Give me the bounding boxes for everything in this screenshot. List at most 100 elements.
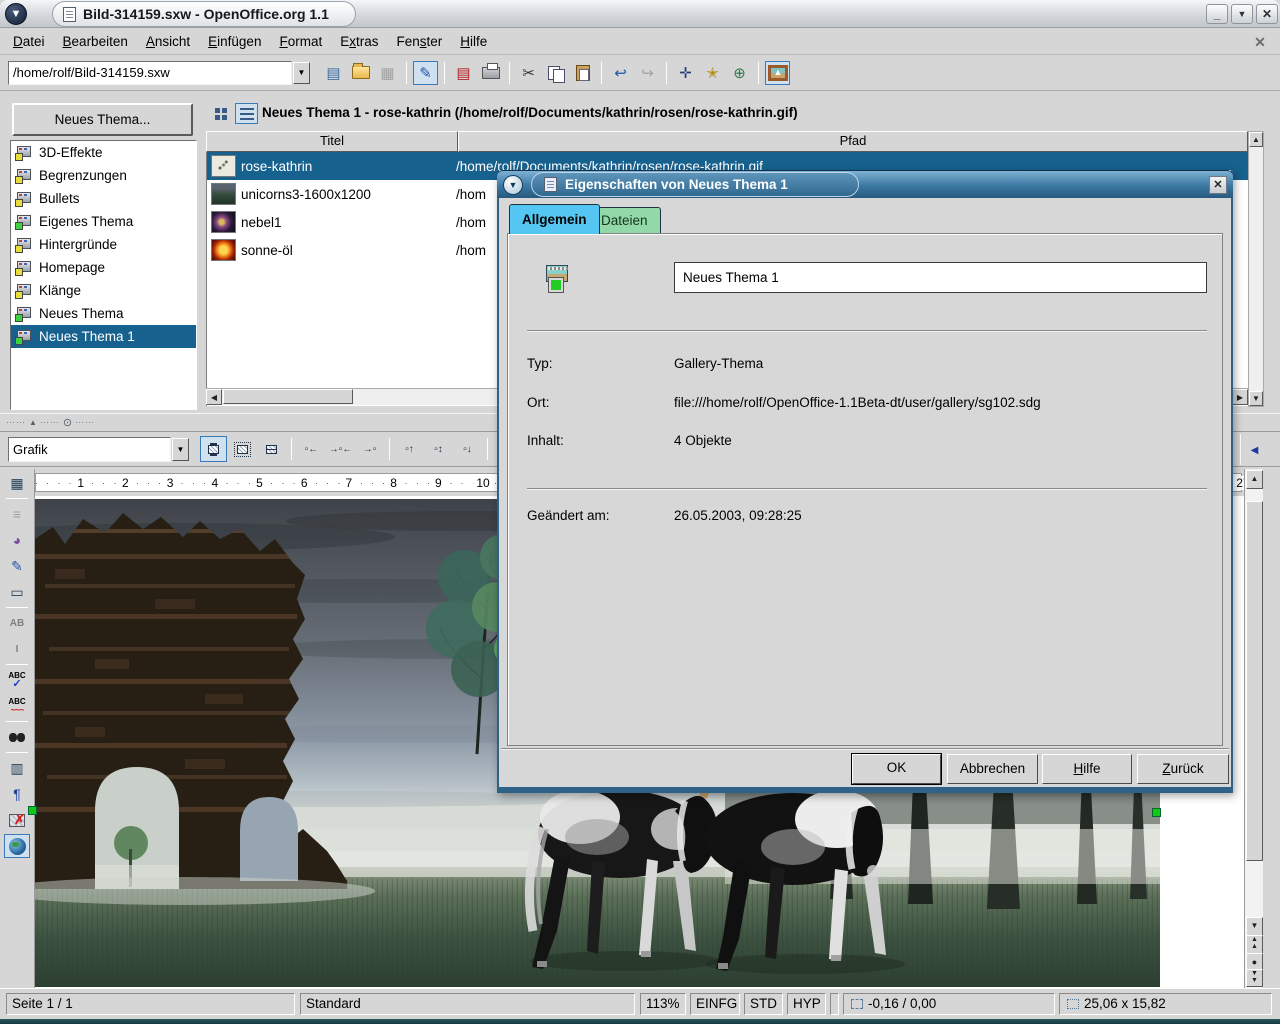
hilfe-button[interactable]: Hilfe [1042,754,1132,784]
new-document-icon[interactable]: ▤ [321,61,346,85]
theme-item-bullets[interactable]: Bullets [11,187,196,210]
menu-hilfe[interactable]: Hilfe [451,31,496,52]
style-input[interactable] [8,437,171,462]
align-bottom-icon[interactable]: ▫↓ [454,436,481,462]
align-center-h-icon[interactable]: →▫← [327,436,354,462]
splitter-collapse-icon[interactable]: ▲ [29,418,37,427]
hyperlink-icon[interactable]: ⊕ [727,61,752,85]
previous-page-icon[interactable]: ▲▲ [1246,935,1263,954]
gallery-hscrollbar-thumb[interactable] [223,389,353,404]
theme-item-homepage[interactable]: Homepage [11,256,196,279]
theme-item-neues-thema[interactable]: Neues Thema [11,302,196,325]
ok-button[interactable]: OK [852,754,941,784]
open-icon[interactable] [348,61,373,85]
dialog-titlebar[interactable]: ▼ Eigenschaften von Neues Thema 1 ✕ [497,170,1233,198]
insert-fields-icon[interactable]: ≡ [4,502,30,526]
theme-item-eigenes-thema[interactable]: Eigenes Thema [11,210,196,233]
theme-item-hintergründe[interactable]: Hintergründe [11,233,196,256]
toolbar-more-icon[interactable]: ◀ [1246,437,1263,463]
document-close-icon[interactable]: ✕ [1250,32,1270,52]
scroll-up-icon[interactable]: ▲ [1249,132,1263,147]
auto-spellcheck-icon[interactable]: ABC~~~ [4,694,30,718]
next-page-icon[interactable]: ▼▼ [1246,969,1263,987]
cut-icon[interactable]: ✂ [516,61,541,85]
status-page-style[interactable]: Standard [300,993,635,1015]
find-replace-icon[interactable] [4,725,30,749]
menu-ansicht[interactable]: Ansicht [137,31,199,52]
align-top-icon[interactable]: ▫↑ [396,436,423,462]
insert-table-icon[interactable]: ▦ [4,471,30,495]
insert-objects-icon[interactable]: ◕ [4,528,30,552]
menu-datei[interactable]: Datei [4,31,54,52]
scroll-right-icon[interactable]: ▶ [1232,389,1248,405]
undo-icon[interactable]: ↩ [608,61,633,85]
status-insert-mode[interactable]: EINFG [690,993,740,1015]
scroll-down-icon[interactable]: ▼ [1246,917,1263,936]
new-theme-button[interactable]: Neues Thema... [12,103,193,136]
scroll-left-icon[interactable]: ◀ [206,389,222,405]
vertical-scrollbar[interactable]: ▲ ▼ ▲▲ ● ▼▼ [1244,469,1263,988]
zuruck-button[interactable]: Zurück [1137,754,1229,784]
menu-format[interactable]: Format [270,31,331,52]
theme-item-klänge[interactable]: Klänge [11,279,196,302]
autopilot-icon[interactable]: ✭ [700,61,725,85]
menu-fenster[interactable]: Fenster [388,31,452,52]
theme-name-input[interactable] [674,262,1207,293]
close-button[interactable]: ✕ [1256,4,1278,24]
menu-einfügen[interactable]: Einfügen [199,31,270,52]
data-sources-icon[interactable]: ▥ [4,756,30,780]
window-menu-icon[interactable]: ▼ [5,3,27,25]
theme-item-begrenzungen[interactable]: Begrenzungen [11,164,196,187]
copy-icon[interactable] [543,61,568,85]
print-icon[interactable] [478,61,503,85]
column-header-titel[interactable]: Titel [206,131,458,152]
align-right-icon[interactable]: →▫ [356,436,383,462]
online-layout-icon[interactable] [4,834,30,858]
shade-button[interactable]: ▼ [1231,4,1253,24]
scroll-down-icon[interactable]: ▼ [1249,391,1263,406]
selection-handle-right[interactable] [1152,808,1161,817]
draw-functions-icon[interactable]: ✎ [4,554,30,578]
theme-item-neues-thema-1[interactable]: Neues Thema 1 [11,325,196,348]
status-zoom[interactable]: 113% [640,993,686,1015]
edit-file-icon[interactable]: ✎ [413,61,438,85]
save-icon[interactable]: ▦ [375,61,400,85]
align-middle-icon[interactable]: ▫↕ [425,436,452,462]
status-hyperlink-mode[interactable]: HYP [787,993,826,1015]
scroll-up-icon[interactable]: ▲ [1246,470,1263,489]
gallery-vscrollbar[interactable]: ▲ ▼ [1248,131,1264,407]
style-dropdown-icon[interactable]: ▼ [172,438,189,461]
direct-cursor-icon[interactable]: I [4,637,30,661]
splitter-zoom-icon[interactable]: ⊙ [63,416,72,429]
status-selection-mode[interactable]: STD [744,993,783,1015]
url-input[interactable] [8,61,292,85]
tab-allgemein[interactable]: Allgemein [509,204,600,234]
export-pdf-icon[interactable]: ▤ [451,61,476,85]
theme-item-3d-effekte[interactable]: 3D-Effekte [11,141,196,164]
abbrechen-button[interactable]: Abbrechen [947,754,1038,784]
redo-icon[interactable]: ↪ [635,61,660,85]
column-header-pfad[interactable]: Pfad [458,131,1248,152]
icon-view-button[interactable] [209,103,232,124]
dialog-close-icon[interactable]: ✕ [1209,176,1227,194]
align-left-icon[interactable]: ▫← [298,436,325,462]
nonprinting-chars-icon[interactable]: ¶ [4,782,30,806]
spellcheck-icon[interactable]: ABC✓ [4,668,30,692]
vscrollbar-thumb[interactable] [1246,501,1263,861]
detail-view-button[interactable] [235,103,258,124]
autotext-icon[interactable]: AB [4,611,30,635]
menu-extras[interactable]: Extras [331,31,387,52]
url-dropdown-icon[interactable]: ▼ [293,62,310,84]
form-functions-icon[interactable]: ▭ [4,580,30,604]
wrap-page-icon[interactable] [229,436,256,462]
wrap-through-icon[interactable] [258,436,285,462]
menu-bearbeiten[interactable]: Bearbeiten [54,31,137,52]
dialog-menu-icon[interactable]: ▼ [503,175,523,195]
paste-icon[interactable] [570,61,595,85]
graphics-onoff-icon[interactable] [4,808,30,832]
gallery-icon[interactable] [765,61,790,85]
minimize-button[interactable]: _ [1206,4,1228,24]
navigator-icon[interactable]: ✛ [673,61,698,85]
wrap-off-icon[interactable] [200,436,227,462]
selection-handle-left[interactable] [28,806,37,815]
